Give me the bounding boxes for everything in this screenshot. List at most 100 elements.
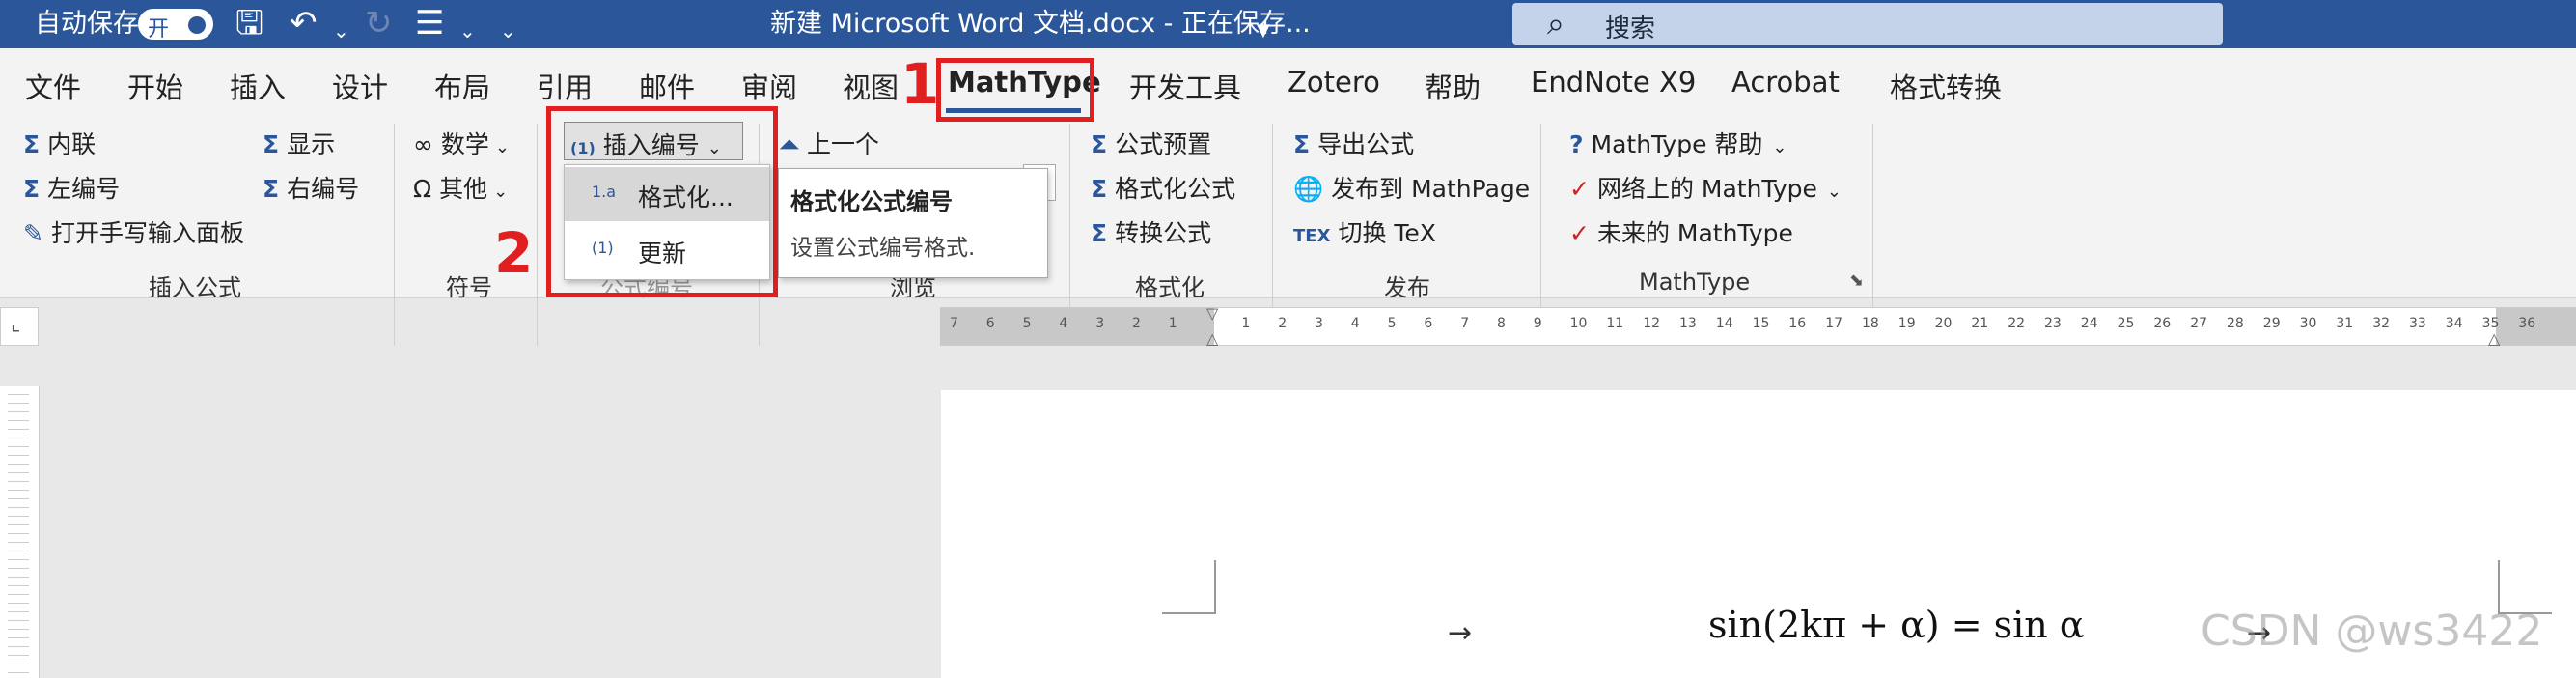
tab-view[interactable]: 视图 — [843, 66, 899, 106]
publish-mathpage-button[interactable]: 🌐 发布到 MathPage — [1293, 170, 1530, 205]
math-symbols-button[interactable]: ∞ 数学 ⌄ — [413, 126, 510, 160]
checkmark-icon: ✓ — [1569, 175, 1590, 203]
convert-equations-button[interactable]: Σ 转换公式 — [1091, 214, 1211, 249]
ruler-number: 13 — [1679, 316, 1697, 331]
tab-mailings[interactable]: 邮件 — [639, 66, 695, 106]
mathtype-online-label: 网络上的 MathType — [1596, 175, 1817, 203]
search-icon: ⌕ — [1547, 5, 1565, 42]
display-button[interactable]: Σ 显示 — [263, 126, 335, 160]
format-menu-item[interactable]: 1.a 格式化... — [565, 167, 769, 221]
ruler-number: 21 — [1971, 316, 1989, 331]
save-icon[interactable]: 🖫 — [235, 6, 263, 41]
inline-button[interactable]: Σ 内联 — [23, 126, 96, 160]
list-icon[interactable]: ☰ — [415, 6, 444, 41]
checkmark-icon: ✓ — [1569, 219, 1590, 247]
search-box[interactable]: ⌕ 搜索 — [1512, 3, 2223, 45]
ribbon: 文件 开始 插入 设计 布局 引用 邮件 审阅 视图 MathType 开发工具… — [0, 48, 2576, 346]
group-divider — [394, 124, 395, 346]
ruler-number: 27 — [2190, 316, 2208, 331]
ruler-number: 23 — [2044, 316, 2062, 331]
ruler-number: 12 — [1643, 316, 1661, 331]
tab-review[interactable]: 审阅 — [741, 66, 797, 106]
toggle-knob — [188, 16, 206, 34]
undo-icon[interactable]: ↶ — [290, 6, 318, 41]
tab-insert[interactable]: 插入 — [230, 66, 286, 106]
toggle-tex-button[interactable]: TEX 切换 TeX — [1293, 214, 1436, 249]
previous-button[interactable]: ⏶ 上一个 — [780, 126, 879, 160]
mathtype-help-button[interactable]: ? MathType 帮助 ⌄ — [1569, 126, 1787, 160]
ruler-number: 6 — [985, 316, 995, 331]
sigma-icon: Σ — [263, 130, 280, 158]
title-dropdown-icon[interactable]: ▼ — [1257, 14, 1270, 48]
format-number-icon: 1.a — [592, 183, 617, 201]
group-label-mathtype: MathType — [1639, 268, 1751, 296]
tab-home[interactable]: 开始 — [127, 66, 183, 106]
ruler-number: 22 — [2008, 316, 2026, 331]
chevron-down-icon: ⌄ — [1772, 137, 1787, 157]
ruler-number: 1 — [1168, 316, 1177, 331]
list-dropdown-icon[interactable]: ⌄ — [459, 14, 476, 48]
chevron-down-icon: ⌄ — [494, 137, 510, 157]
ruler-number: 15 — [1752, 316, 1770, 331]
title-bar: 自动保存 开 🖫 ↶ ⌄ ↻ ☰ ⌄ ⌄ 新建 Microsoft Word 文… — [0, 0, 2576, 48]
ruler-number: 7 — [950, 316, 958, 331]
ruler-number: 28 — [2227, 316, 2244, 331]
left-numbered-button[interactable]: Σ 左编号 — [23, 170, 120, 205]
tab-layout[interactable]: 布局 — [434, 66, 490, 106]
horizontal-ruler[interactable]: 7 6 5 4 3 2 1 1 2 3 4 5 6 7 8 9 10 11 12 13 14 15 16 17 18 19 20 21… — [940, 304, 2576, 348]
vertical-ruler[interactable] — [0, 386, 40, 678]
handwriting-panel-button[interactable]: ✎ 打开手写输入面板 — [23, 214, 244, 249]
annotation-step-2: 2 — [494, 220, 534, 286]
update-menu-item[interactable]: (1) 更新 — [565, 223, 769, 277]
ruler-number: 10 — [1569, 316, 1588, 331]
first-line-indent-icon[interactable]: ▽ — [1206, 304, 1218, 323]
ruler-number: 26 — [2153, 316, 2172, 331]
ruler-margin-right — [2496, 308, 2576, 345]
ruler-number: 9 — [1533, 316, 1542, 331]
sigma-star-icon: Σ — [1091, 130, 1108, 158]
tab-format-convert[interactable]: 格式转换 — [1890, 66, 2002, 106]
future-mathtype-button[interactable]: ✓ 未来的 MathType — [1569, 214, 1793, 249]
ruler-number: 4 — [1059, 316, 1068, 331]
tab-file[interactable]: 文件 — [25, 66, 81, 106]
equation-presets-button[interactable]: Σ 公式预置 — [1091, 126, 1211, 160]
ruler-number: 31 — [2336, 316, 2354, 331]
tab-help[interactable]: 帮助 — [1425, 66, 1481, 106]
ruler-number: 5 — [1022, 316, 1032, 331]
ruler-number: 18 — [1862, 316, 1879, 331]
ruler-number: 20 — [1934, 316, 1953, 331]
right-indent-icon[interactable]: △ — [2488, 329, 2500, 348]
ruler-number: 3 — [1315, 316, 1323, 331]
left-numbered-label: 左编号 — [47, 175, 121, 203]
dialog-launcher-icon[interactable]: ⬊ — [1849, 270, 1864, 291]
format-equations-button[interactable]: Σ 格式化公式 — [1091, 170, 1235, 205]
tab-acrobat[interactable]: Acrobat — [1731, 66, 1840, 99]
mathtype-online-button[interactable]: ✓ 网络上的 MathType ⌄ — [1569, 170, 1842, 205]
autosave-toggle[interactable]: 开 — [138, 9, 213, 42]
hanging-indent-icon[interactable]: △ — [1206, 329, 1218, 348]
ruler-number: 24 — [2080, 316, 2098, 331]
globe-icon: 🌐 — [1293, 175, 1324, 203]
right-numbered-label: 右编号 — [287, 175, 360, 203]
ruler-number: 33 — [2409, 316, 2426, 331]
tab-developer[interactable]: 开发工具 — [1129, 66, 1241, 106]
export-equations-button[interactable]: Σ 导出公式 — [1293, 126, 1414, 160]
right-numbered-button[interactable]: Σ 右编号 — [263, 170, 359, 205]
update-number-icon: (1) — [592, 239, 614, 257]
omega-icon: Ω — [413, 175, 432, 203]
ruler-number: 25 — [2117, 316, 2135, 331]
insert-number-dropdown: 1.a 格式化... (1) 更新 — [564, 164, 770, 280]
tab-endnote[interactable]: EndNote X9 — [1531, 66, 1696, 99]
customize-quick-access-icon[interactable]: ⌄ — [500, 14, 516, 48]
ruler-number: 34 — [2445, 316, 2463, 331]
undo-dropdown-icon[interactable]: ⌄ — [333, 14, 349, 48]
ruler-number: 6 — [1424, 316, 1433, 331]
equation[interactable]: sin(2kπ + α) = sin α — [1708, 604, 2084, 646]
other-symbols-button[interactable]: Ω 其他 ⌄ — [413, 170, 508, 205]
tab-zotero[interactable]: Zotero — [1288, 66, 1380, 99]
tab-selector[interactable]: ⌞ — [0, 307, 39, 346]
sigma-format-icon: Σ — [1091, 175, 1108, 203]
tab-design[interactable]: 设计 — [332, 66, 388, 106]
sigma-icon: Σ — [23, 130, 41, 158]
tab-references[interactable]: 引用 — [537, 66, 593, 106]
